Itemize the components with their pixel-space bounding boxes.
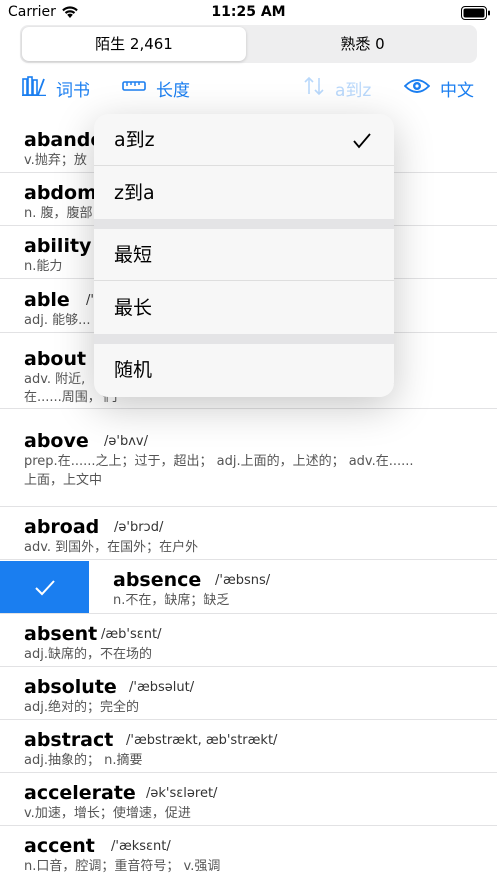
menu-item-label: a到z [114, 129, 155, 151]
word-row[interactable]: abstract /'æbstrækt, æb'strækt/ adj.抽象的；… [0, 721, 497, 773]
sort-option-shortest[interactable]: 最短 [94, 229, 394, 281]
word-definition: adj.绝对的；完全的 [24, 700, 139, 715]
sort-option-random[interactable]: 随机 [94, 344, 394, 396]
word-definition: adj.抽象的； n.摘要 [24, 753, 143, 768]
sort-button[interactable]: a到z [303, 76, 372, 101]
word-row-swiped[interactable]: absence /'æbsns/ n.不在，缺席；缺乏 [0, 561, 497, 614]
word-text: accelerate [24, 782, 136, 804]
word-definition: prep.在......之上；过于，超出； adj.上面的，上述的； adv.在… [24, 454, 414, 469]
toolbar: 词书 长度 a到z 中文 [0, 70, 497, 106]
menu-separator [94, 334, 394, 344]
word-phonetic: /æb'sɛnt/ [101, 627, 162, 642]
word-row[interactable]: absolute /'æbsəlut/ adj.绝对的；完全的 [0, 668, 497, 720]
chinese-toggle-button[interactable]: 中文 [403, 76, 474, 101]
word-row[interactable]: absent /æb'sɛnt/ adj.缺席的，不在场的 [0, 615, 497, 667]
word-phonetic: /' [86, 293, 94, 308]
word-row[interactable]: accent /'æksɛnt/ n.口音，腔调；重音符号； v.强调 [0, 827, 497, 883]
menu-item-label: 随机 [114, 359, 153, 381]
status-bar: Carrier 11:25 AM [0, 0, 497, 24]
word-row[interactable]: above /ə'bʌv/ prep.在......之上；过于，超出； adj.… [0, 410, 497, 507]
chinese-label: 中文 [440, 80, 474, 101]
word-row[interactable]: accelerate /ək'sɛləret/ v.加速，增长；使增速，促进 [0, 774, 497, 826]
word-text: abroad [24, 516, 100, 538]
word-text: absence [113, 569, 202, 591]
word-text: absolute [24, 676, 117, 698]
segment-unfamiliar[interactable]: 陌生 2,461 [22, 27, 246, 61]
eye-icon [403, 77, 431, 100]
word-phonetic: /ək'sɛləret/ [146, 786, 218, 801]
books-icon [22, 75, 46, 101]
checkmark-icon [352, 114, 372, 166]
word-definition-line2: 上面，上文中 [24, 473, 103, 488]
word-text: above [24, 430, 89, 452]
word-text: ability [24, 235, 92, 257]
menu-item-label: 最短 [114, 244, 153, 266]
word-text: abando [24, 129, 104, 151]
checkmark-icon [34, 571, 56, 604]
segment-familiar[interactable]: 熟悉 0 [250, 27, 475, 61]
word-phonetic: /'æbsəlut/ [129, 680, 195, 695]
ruler-icon [122, 78, 146, 98]
length-label: 长度 [156, 80, 190, 101]
sort-arrows-icon [303, 76, 325, 101]
sort-label: a到z [335, 80, 372, 101]
familiarity-segmented-control: 陌生 2,461 熟悉 0 [20, 25, 477, 63]
menu-separator [94, 219, 394, 229]
clock: 11:25 AM [211, 4, 286, 20]
word-text: about [24, 348, 87, 370]
sort-option-longest[interactable]: 最长 [94, 282, 394, 334]
sort-option-a-to-z[interactable]: a到z [94, 114, 394, 166]
word-definition: n.不在，缺席；缺乏 [113, 593, 230, 608]
wordbook-button[interactable]: 词书 [22, 75, 90, 101]
word-text: abstract [24, 729, 114, 751]
menu-item-label: z到a [114, 182, 155, 204]
word-definition: adj.缺席的，不在场的 [24, 647, 152, 662]
word-phonetic: /'æbstrækt, æb'strækt/ [126, 733, 278, 748]
word-phonetic: /ə'brɔd/ [114, 520, 164, 535]
sort-menu: a到z z到a 最短 最长 随机 [94, 114, 394, 397]
word-text: absent [24, 623, 98, 645]
length-button[interactable]: 长度 [122, 76, 190, 101]
word-definition: v.加速，增长；使增速，促进 [24, 806, 191, 821]
battery-icon [461, 5, 491, 24]
sort-option-z-to-a[interactable]: z到a [94, 167, 394, 219]
mark-familiar-button[interactable] [0, 561, 89, 613]
word-phonetic: /ə'bʌv/ [104, 434, 148, 449]
word-definition: adv. 到国外，在国外；在户外 [24, 540, 199, 555]
word-definition: n.口音，腔调；重音符号； v.强调 [24, 859, 221, 874]
word-phonetic: /'æbsns/ [215, 573, 271, 588]
word-text: accent [24, 835, 95, 857]
word-row[interactable]: abroad /ə'brɔd/ adv. 到国外，在国外；在户外 [0, 508, 497, 560]
word-text: able [24, 289, 70, 311]
menu-item-label: 最长 [114, 297, 153, 319]
wordbook-label: 词书 [56, 80, 90, 101]
word-phonetic: /'æksɛnt/ [111, 839, 171, 854]
